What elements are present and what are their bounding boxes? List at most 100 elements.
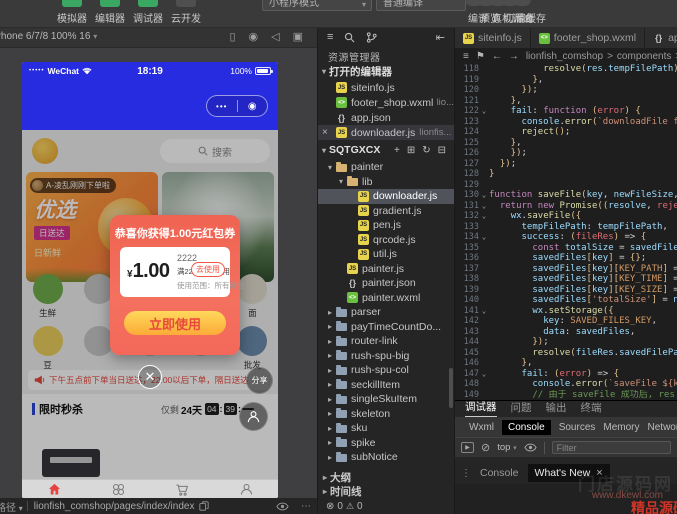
tree-item-parser[interactable]: ▸parser bbox=[318, 305, 454, 320]
context-selector[interactable]: top bbox=[497, 442, 516, 453]
editor-tab-siteinfo.js[interactable]: JSsiteinfo.js bbox=[455, 28, 531, 48]
debugger-tab-调试器[interactable]: 调试器 bbox=[465, 399, 497, 417]
tree-item-painter.json[interactable]: {}painter.json bbox=[318, 276, 454, 291]
devtools-tab-wxml[interactable]: Wxml bbox=[469, 422, 494, 433]
open-editor-downloader.js[interactable]: ×JSdownloader.jslionfis... bbox=[318, 125, 454, 140]
project-header[interactable]: SQTGXCX bbox=[318, 142, 454, 158]
device-selector[interactable]: iPhone 6/7/8 100% 16 bbox=[0, 31, 97, 42]
bookmark-icon[interactable] bbox=[476, 51, 485, 62]
go-use-button[interactable]: 去使用 bbox=[191, 262, 225, 277]
debugger-tab-输出[interactable]: 输出 bbox=[546, 400, 567, 417]
fold-icon[interactable]: ⌄ bbox=[479, 106, 489, 117]
tab-category[interactable] bbox=[86, 482, 150, 497]
git-branch-icon[interactable] bbox=[366, 32, 377, 43]
clear-console-icon[interactable] bbox=[481, 441, 490, 454]
code-area[interactable]: 118 resolve(res.tempFilePath);119 },120 … bbox=[455, 64, 677, 400]
search-icon[interactable] bbox=[344, 32, 355, 43]
open-editor-siteinfo.js[interactable]: JSsiteinfo.js bbox=[318, 80, 454, 95]
new-folder-icon[interactable] bbox=[407, 145, 415, 156]
outline-section[interactable]: 大纲 bbox=[318, 470, 454, 484]
debugger-tab-终端[interactable]: 终端 bbox=[581, 400, 602, 417]
tab-home[interactable] bbox=[22, 482, 86, 497]
new-file-icon[interactable] bbox=[394, 145, 400, 156]
problems-status[interactable]: 0 0 bbox=[318, 499, 454, 514]
console-sidebar-icon[interactable] bbox=[461, 442, 474, 453]
devtools-tab-memory[interactable]: Memory bbox=[603, 422, 639, 433]
use-now-button[interactable]: 立即使用 bbox=[124, 311, 226, 335]
popup-close-button[interactable] bbox=[138, 365, 162, 389]
tree-item-pen.js[interactable]: JSpen.js bbox=[318, 218, 454, 233]
tree-item-skeleton[interactable]: ▸skeleton bbox=[318, 407, 454, 422]
fold-icon[interactable]: ⌄ bbox=[479, 232, 489, 243]
breadcrumb-segment[interactable]: lionfish_comshop bbox=[526, 51, 603, 62]
eye-icon[interactable] bbox=[276, 502, 289, 511]
explorer-scrollbar[interactable] bbox=[449, 368, 453, 408]
tree-item-qrcode.js[interactable]: JSqrcode.js bbox=[318, 233, 454, 248]
console-drawer-tab[interactable]: Console bbox=[480, 467, 519, 479]
editor-tab-footer_shop.wxml[interactable]: <>footer_shop.wxml bbox=[531, 28, 645, 48]
tree-item-seckillItem[interactable]: ▸seckillItem bbox=[318, 378, 454, 393]
fold-icon[interactable]: ⌄ bbox=[479, 306, 489, 317]
tree-item-painter.js[interactable]: JSpainter.js bbox=[318, 262, 454, 277]
open-editor-footer_shop.wxml[interactable]: <>footer_shop.wxmllio... bbox=[318, 95, 454, 110]
share-fab[interactable]: 分享 bbox=[246, 367, 273, 394]
fold-icon[interactable]: ⌄ bbox=[479, 201, 489, 212]
path-mode-dropdown[interactable]: 路径 bbox=[0, 499, 23, 514]
debugger-tab-问题[interactable]: 问题 bbox=[511, 400, 532, 417]
eye-icon[interactable] bbox=[524, 443, 537, 452]
more-tools-icon[interactable] bbox=[461, 468, 471, 479]
tree-item-gradient.js[interactable]: JSgradient.js bbox=[318, 204, 454, 219]
tree-item-lib[interactable]: ▾lib bbox=[318, 175, 454, 190]
more-menu-icon[interactable] bbox=[207, 102, 237, 111]
open-editors-header[interactable]: 打开的编辑器 bbox=[318, 64, 454, 79]
close-icon[interactable]: × bbox=[322, 127, 332, 138]
more-icon[interactable] bbox=[301, 501, 311, 512]
tree-item-subNotice[interactable]: ▸subNotice bbox=[318, 450, 454, 465]
toolbar-button-simulator[interactable]: 模拟器 bbox=[55, 0, 89, 28]
copy-icon[interactable] bbox=[199, 501, 209, 511]
refresh-icon[interactable] bbox=[422, 145, 430, 156]
collapse-all-icon[interactable] bbox=[438, 145, 446, 156]
list-icon[interactable] bbox=[463, 51, 469, 62]
fold-icon[interactable]: ⌄ bbox=[479, 369, 489, 380]
tab-profile[interactable] bbox=[214, 482, 278, 497]
tree-item-painter.wxml[interactable]: <>painter.wxml bbox=[318, 291, 454, 306]
record-icon[interactable] bbox=[249, 30, 259, 43]
tree-item-painter[interactable]: ▾painter bbox=[318, 160, 454, 175]
editor-tab-app.json[interactable]: {}app.json bbox=[645, 28, 677, 48]
collapse-panel-icon[interactable] bbox=[436, 31, 445, 44]
tree-item-router-link[interactable]: ▸router-link bbox=[318, 334, 454, 349]
window-icon[interactable] bbox=[293, 30, 303, 43]
tree-item-downloader.js[interactable]: JSdownloader.js bbox=[318, 189, 454, 204]
tree-item-util.js[interactable]: JSutil.js bbox=[318, 247, 454, 262]
open-editor-app.json[interactable]: {}app.json bbox=[318, 110, 454, 125]
tree-item-sku[interactable]: ▸sku bbox=[318, 421, 454, 436]
toolbar-button-cloud-dev[interactable]: 云开发 bbox=[169, 0, 203, 28]
customer-service-fab[interactable] bbox=[239, 402, 268, 431]
device-frame-icon[interactable] bbox=[229, 30, 235, 43]
back-icon[interactable] bbox=[492, 51, 502, 62]
tab-cart[interactable] bbox=[150, 482, 214, 497]
tree-item-payTimeCountDo...[interactable]: ▸payTimeCountDo... bbox=[318, 320, 454, 335]
toolbar-button-clear-cache[interactable]: 清缓存 bbox=[516, 0, 528, 28]
menu-icon[interactable] bbox=[327, 31, 333, 43]
tree-item-spike[interactable]: ▸spike bbox=[318, 436, 454, 451]
breadcrumb-segment[interactable]: components bbox=[617, 51, 671, 62]
sound-icon[interactable] bbox=[271, 30, 279, 43]
tree-item-rush-spu-col[interactable]: ▸rush-spu-col bbox=[318, 363, 454, 378]
tree-item-singleSkuItem[interactable]: ▸singleSkuItem bbox=[318, 392, 454, 407]
fold-icon[interactable]: ⌄ bbox=[479, 211, 489, 222]
timeline-section[interactable]: 时间线 bbox=[318, 484, 454, 498]
tree-item-rush-spu-big[interactable]: ▸rush-spu-big bbox=[318, 349, 454, 364]
console-filter-input[interactable] bbox=[552, 441, 671, 454]
forward-icon[interactable] bbox=[509, 51, 519, 62]
toolbar-button-editor[interactable]: 编辑器 bbox=[93, 0, 127, 28]
compile-dropdown[interactable]: 普通编译 bbox=[376, 0, 466, 11]
devtools-tab-network[interactable]: Network bbox=[648, 422, 677, 433]
mode-dropdown[interactable]: 小程序模式 bbox=[262, 0, 372, 11]
exit-icon[interactable] bbox=[238, 101, 268, 112]
devtools-tab-sources[interactable]: Sources bbox=[559, 422, 596, 433]
devtools-tab-console[interactable]: Console bbox=[502, 420, 551, 435]
toolbar-button-debugger[interactable]: 调试器 bbox=[131, 0, 165, 28]
fold-icon[interactable]: ⌄ bbox=[479, 190, 489, 201]
